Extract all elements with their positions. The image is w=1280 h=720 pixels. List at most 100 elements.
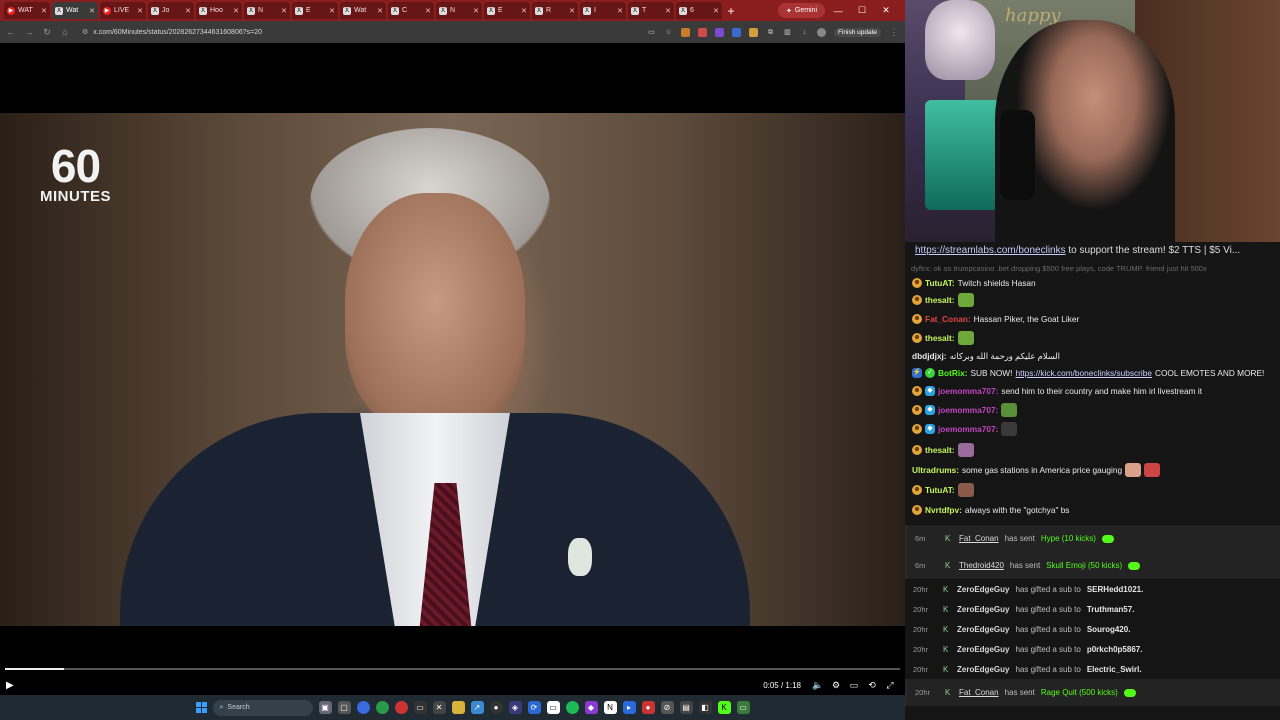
video-player[interactable]: 60 MINUTES ▶ 0:05 / 1:18 🔈 ⚙ ▭ ⟲ ⤢ xyxy=(0,43,905,695)
chat-username[interactable]: thesalt: xyxy=(925,295,955,305)
profile-avatar[interactable] xyxy=(816,27,826,37)
tab-close-icon[interactable]: ✕ xyxy=(281,7,287,15)
chat-username[interactable]: Ultradrums: xyxy=(912,465,959,475)
chat-username[interactable]: TutuAT: xyxy=(925,485,955,495)
notion-icon[interactable]: N xyxy=(603,701,617,714)
app-icon[interactable]: ▭ xyxy=(546,701,560,714)
obs-icon[interactable]: ● xyxy=(489,701,503,714)
event-username[interactable]: ZeroEdgeGuy xyxy=(957,665,1009,674)
chrome-icon[interactable] xyxy=(375,701,389,714)
chat-username[interactable]: joemomma707: xyxy=(938,386,998,396)
app-icon[interactable]: ⊘ xyxy=(660,701,674,714)
folder-icon[interactable] xyxy=(451,701,465,714)
split-view-icon[interactable]: ▥ xyxy=(783,28,792,37)
browser-tab[interactable]: X C ✕ xyxy=(388,2,434,19)
event-username[interactable]: ZeroEdgeGuy xyxy=(957,625,1009,634)
captions-icon[interactable]: ▭ xyxy=(845,680,863,691)
tab-close-icon[interactable]: ✕ xyxy=(233,7,239,15)
extension-icon[interactable] xyxy=(731,27,741,37)
finish-update-button[interactable]: Finish update xyxy=(833,27,881,37)
settings-icon[interactable]: ⚙ xyxy=(827,680,845,691)
browser-tab[interactable]: X N ✕ xyxy=(436,2,482,19)
chat-username[interactable]: TutuAT: xyxy=(925,278,955,288)
kick-icon[interactable]: K xyxy=(717,701,731,714)
browser-tab[interactable]: X Hoo ✕ xyxy=(196,2,242,19)
tab-close-icon[interactable]: ✕ xyxy=(89,7,95,15)
install-icon[interactable]: ▭ xyxy=(647,28,656,37)
volume-icon[interactable]: 🔈 xyxy=(809,680,827,691)
event-username[interactable]: ZeroEdgeGuy xyxy=(957,645,1009,654)
app-icon[interactable]: ▤ xyxy=(679,701,693,714)
chrome-icon[interactable] xyxy=(394,701,408,714)
url-field[interactable]: ⚙ x.com/60Minutes/status/202826273446316… xyxy=(78,24,639,40)
tab-close-icon[interactable]: ✕ xyxy=(713,7,719,15)
browser-tab[interactable]: X 6 ✕ xyxy=(676,2,722,19)
browser-tab[interactable]: ▶ LIVE ✕ xyxy=(100,2,146,19)
windows-start-icon[interactable] xyxy=(195,702,207,713)
spotify-icon[interactable] xyxy=(565,701,579,714)
app-icon[interactable]: ▭ xyxy=(736,701,750,714)
video-frame[interactable]: 60 MINUTES xyxy=(0,113,905,626)
event-recipient[interactable]: Truthman57. xyxy=(1087,605,1135,614)
chat-link[interactable]: https://kick.com/boneclinks/subscribe xyxy=(1015,368,1152,378)
browser-tab[interactable]: X R ✕ xyxy=(532,2,578,19)
extension-icon[interactable] xyxy=(748,27,758,37)
site-info-icon[interactable]: ⚙ xyxy=(82,28,88,36)
chat-username[interactable]: dbdjdjxj: xyxy=(912,351,947,361)
video-progress-bar[interactable] xyxy=(5,668,900,670)
new-tab-button[interactable]: + xyxy=(724,4,738,18)
maximize-icon[interactable]: ☐ xyxy=(851,5,873,16)
browser-tab[interactable]: X Wat ✕ xyxy=(340,2,386,19)
event-username[interactable]: ZeroEdgeGuy xyxy=(957,585,1009,594)
tab-close-icon[interactable]: ✕ xyxy=(41,7,47,15)
extension-icon[interactable] xyxy=(697,27,707,37)
location-icon[interactable]: ● xyxy=(641,701,655,714)
event-recipient[interactable]: Electric_Swirl. xyxy=(1087,665,1142,674)
tab-close-icon[interactable]: ✕ xyxy=(425,7,431,15)
browser-tab[interactable]: X I ✕ xyxy=(580,2,626,19)
play-icon[interactable]: ▶ xyxy=(6,680,18,691)
browser-tab[interactable]: X Jo ✕ xyxy=(148,2,194,19)
app-icon[interactable]: ◈ xyxy=(508,701,522,714)
reload-icon[interactable]: ↻ xyxy=(42,27,52,38)
chat-username[interactable]: Fat_Conan: xyxy=(925,314,971,324)
tab-close-icon[interactable]: ✕ xyxy=(137,7,143,15)
event-recipient[interactable]: SERHedd1021. xyxy=(1087,585,1143,594)
menu-icon[interactable]: ⋮ xyxy=(889,27,899,38)
tab-close-icon[interactable]: ✕ xyxy=(569,7,575,15)
chat-username[interactable]: thesalt: xyxy=(925,333,955,343)
app-icon[interactable]: ▸ xyxy=(622,701,636,714)
tab-close-icon[interactable]: ✕ xyxy=(521,7,527,15)
app-icon[interactable]: ↗ xyxy=(470,701,484,714)
chat-username[interactable]: BotRix: xyxy=(938,368,968,378)
chat-username[interactable]: joemomma707: xyxy=(938,405,998,415)
gemini-button[interactable]: ✦ Gemini xyxy=(778,3,826,18)
app-icon[interactable]: ◧ xyxy=(698,701,712,714)
browser-tab[interactable]: ▶ WAT ✕ xyxy=(4,2,50,19)
copilot-icon[interactable] xyxy=(356,701,370,714)
event-recipient[interactable]: p0rkch0p5867. xyxy=(1087,645,1143,654)
tab-close-icon[interactable]: ✕ xyxy=(617,7,623,15)
taskbar-search[interactable]: ⌕ Search xyxy=(212,699,313,716)
browser-tab[interactable]: X E ✕ xyxy=(292,2,338,19)
chat-username[interactable]: joemomma707: xyxy=(938,424,998,434)
event-username[interactable]: ZeroEdgeGuy xyxy=(957,605,1009,614)
tab-close-icon[interactable]: ✕ xyxy=(473,7,479,15)
event-username[interactable]: Fat_Conan xyxy=(959,534,999,543)
app-icon[interactable]: ⟳ xyxy=(527,701,541,714)
event-recipient[interactable]: Sourog420. xyxy=(1087,625,1131,634)
browser-tab[interactable]: X E ✕ xyxy=(484,2,530,19)
taskview-icon[interactable]: ▣ xyxy=(318,701,332,714)
tab-close-icon[interactable]: ✕ xyxy=(329,7,335,15)
app-icon[interactable]: ✕ xyxy=(432,701,446,714)
browser-tab[interactable]: X T ✕ xyxy=(628,2,674,19)
bookmark-star-icon[interactable]: ☆ xyxy=(664,28,673,37)
forward-icon[interactable]: → xyxy=(24,27,34,37)
chat-username[interactable]: thesalt: xyxy=(925,445,955,455)
tab-close-icon[interactable]: ✕ xyxy=(665,7,671,15)
home-icon[interactable]: ⌂ xyxy=(60,27,70,37)
file-explorer-icon[interactable]: ▢ xyxy=(337,701,351,714)
download-icon[interactable]: ↓ xyxy=(800,28,809,37)
loop-icon[interactable]: ⟲ xyxy=(863,680,881,691)
extensions-puzzle-icon[interactable]: ⧉ xyxy=(766,28,775,37)
